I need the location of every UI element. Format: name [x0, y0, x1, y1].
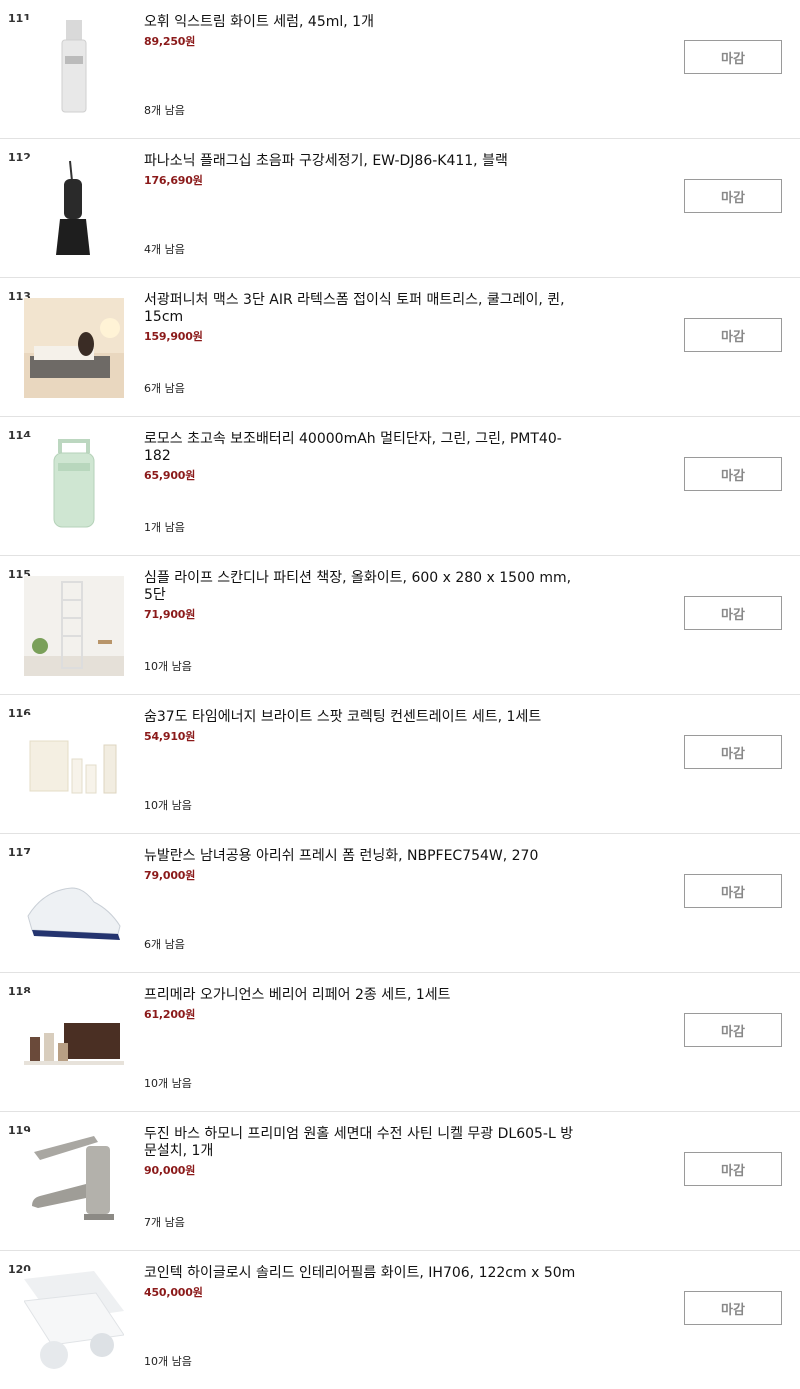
product-price: 450,000원 [144, 1286, 203, 1299]
closed-button[interactable]: 마감 [684, 1291, 782, 1325]
faucet-image[interactable] [24, 1132, 124, 1232]
list-item: 115 심플 라이프 스칸디나 파티션 책장, 올화이트, 600 x 280 … [0, 556, 800, 695]
stock-remaining: 4개 남음 [144, 243, 185, 256]
stock-remaining: 8개 남음 [144, 104, 185, 117]
list-item: 114 로모스 초고속 보조배터리 40000mAh 멀티단자, 그린, 그린,… [0, 417, 800, 556]
product-price: 176,690원 [144, 174, 203, 187]
product-name[interactable]: 파나소닉 플래그십 초음파 구강세정기, EW-DJ86-K411, 블랙 [144, 153, 584, 170]
product-name[interactable]: 프리메라 오가니언스 베리어 리페어 2종 세트, 1세트 [144, 987, 584, 1004]
product-name[interactable]: 로모스 초고속 보조배터리 40000mAh 멀티단자, 그린, 그린, PMT… [144, 431, 584, 465]
product-price: 65,900원 [144, 469, 196, 482]
product-name[interactable]: 뉴발란스 남녀공용 아리쉬 프레시 폼 런닝화, NBPFEC754W, 270 [144, 848, 584, 865]
stock-remaining: 10개 남음 [144, 1077, 192, 1090]
film-roll-image[interactable] [24, 1271, 124, 1371]
list-item: 111 오휘 익스트림 화이트 세럼, 45ml, 1개 89,250원 8개 … [0, 0, 800, 139]
stock-remaining: 6개 남음 [144, 382, 185, 395]
product-name[interactable]: 코인텍 하이글로시 솔리드 인테리어필름 화이트, IH706, 122cm x… [144, 1265, 584, 1282]
running-shoe-image[interactable] [24, 854, 124, 954]
stock-remaining: 10개 남음 [144, 660, 192, 673]
list-item: 116 숨37도 타임에너지 브라이트 스팟 코렉팅 컨센트레이트 세트, 1세… [0, 695, 800, 834]
product-name[interactable]: 심플 라이프 스칸디나 파티션 책장, 올화이트, 600 x 280 x 15… [144, 570, 584, 604]
product-price: 79,000원 [144, 869, 196, 882]
product-price: 61,200원 [144, 1008, 196, 1021]
product-title[interactable]: 오휘 익스트림 화이트 세럼, 45ml, 1개 89,250원 [144, 14, 584, 50]
product-name[interactable]: 두진 바스 하모니 프리미엄 원홀 세면대 수전 사틴 니켈 무광 DL605-… [144, 1126, 584, 1160]
closed-button[interactable]: 마감 [684, 40, 782, 74]
product-name[interactable]: 숨37도 타임에너지 브라이트 스팟 코렉팅 컨센트레이트 세트, 1세트 [144, 709, 584, 726]
closed-button[interactable]: 마감 [684, 735, 782, 769]
product-price: 71,900원 [144, 608, 196, 621]
product-title[interactable]: 뉴발란스 남녀공용 아리쉬 프레시 폼 런닝화, NBPFEC754W, 270… [144, 848, 584, 884]
bookshelf-image[interactable] [24, 576, 124, 676]
list-item: 113 서광퍼니처 맥스 3단 AIR 라텍스폼 접이식 토퍼 매트리스, 쿨그… [0, 278, 800, 417]
list-item: 112 파나소닉 플래그십 초음파 구강세정기, EW-DJ86-K411, 블… [0, 139, 800, 278]
skincare-set-image[interactable] [24, 993, 124, 1093]
closed-button[interactable]: 마감 [684, 1013, 782, 1047]
list-item: 120 코인텍 하이글로시 솔리드 인테리어필름 화이트, IH706, 122… [0, 1251, 800, 1389]
serum-bottle-image[interactable] [24, 20, 124, 120]
closed-button[interactable]: 마감 [684, 179, 782, 213]
closed-button[interactable]: 마감 [684, 874, 782, 908]
product-name[interactable]: 오휘 익스트림 화이트 세럼, 45ml, 1개 [144, 14, 584, 31]
product-title[interactable]: 로모스 초고속 보조배터리 40000mAh 멀티단자, 그린, 그린, PMT… [144, 431, 584, 484]
product-name[interactable]: 서광퍼니처 맥스 3단 AIR 라텍스폼 접이식 토퍼 매트리스, 쿨그레이, … [144, 292, 584, 326]
closed-button[interactable]: 마감 [684, 457, 782, 491]
stock-remaining: 7개 남음 [144, 1216, 185, 1229]
stock-remaining: 6개 남음 [144, 938, 185, 951]
list-item: 119 두진 바스 하모니 프리미엄 원홀 세면대 수전 사틴 니켈 무광 DL… [0, 1112, 800, 1251]
deal-list: 111 오휘 익스트림 화이트 세럼, 45ml, 1개 89,250원 8개 … [0, 0, 800, 1389]
product-price: 159,900원 [144, 330, 203, 343]
product-price: 90,000원 [144, 1164, 196, 1177]
oral-irrigator-image[interactable] [24, 159, 124, 259]
closed-button[interactable]: 마감 [684, 596, 782, 630]
power-bank-image[interactable] [24, 437, 124, 537]
closed-button[interactable]: 마감 [684, 318, 782, 352]
product-price: 89,250원 [144, 35, 196, 48]
product-title[interactable]: 서광퍼니처 맥스 3단 AIR 라텍스폼 접이식 토퍼 매트리스, 쿨그레이, … [144, 292, 584, 345]
product-title[interactable]: 파나소닉 플래그십 초음파 구강세정기, EW-DJ86-K411, 블랙 17… [144, 153, 584, 189]
list-item: 118 프리메라 오가니언스 베리어 리페어 2종 세트, 1세트 61,200… [0, 973, 800, 1112]
product-price: 54,910원 [144, 730, 196, 743]
mattress-room-image[interactable] [24, 298, 124, 398]
stock-remaining: 10개 남음 [144, 1355, 192, 1368]
product-title[interactable]: 코인텍 하이글로시 솔리드 인테리어필름 화이트, IH706, 122cm x… [144, 1265, 584, 1301]
closed-button[interactable]: 마감 [684, 1152, 782, 1186]
product-title[interactable]: 프리메라 오가니언스 베리어 리페어 2종 세트, 1세트 61,200원 [144, 987, 584, 1023]
product-title[interactable]: 숨37도 타임에너지 브라이트 스팟 코렉팅 컨센트레이트 세트, 1세트 54… [144, 709, 584, 745]
product-title[interactable]: 심플 라이프 스칸디나 파티션 책장, 올화이트, 600 x 280 x 15… [144, 570, 584, 623]
stock-remaining: 10개 남음 [144, 799, 192, 812]
stock-remaining: 1개 남음 [144, 521, 185, 534]
cosmetic-set-image[interactable] [24, 715, 124, 815]
list-item: 117 뉴발란스 남녀공용 아리쉬 프레시 폼 런닝화, NBPFEC754W,… [0, 834, 800, 973]
product-title[interactable]: 두진 바스 하모니 프리미엄 원홀 세면대 수전 사틴 니켈 무광 DL605-… [144, 1126, 584, 1179]
